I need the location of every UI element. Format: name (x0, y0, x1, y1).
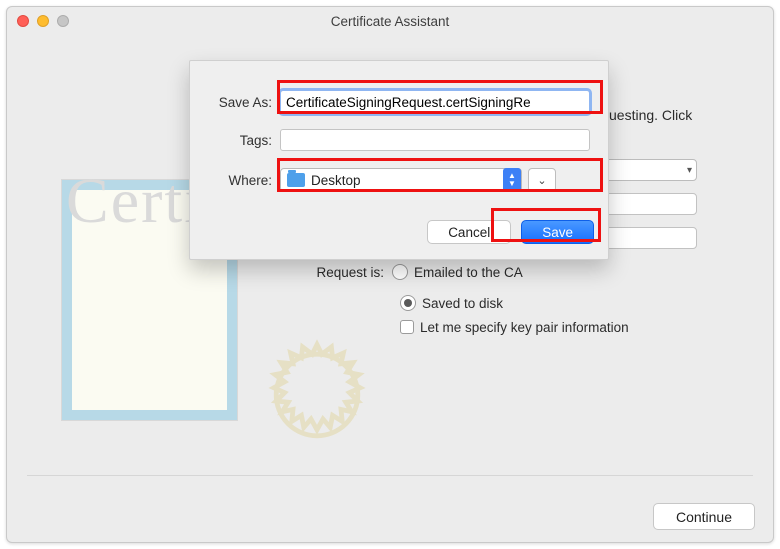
save-sheet: Save As: Tags: Where: Desktop ▲▼ (189, 60, 609, 260)
content-area: Certif uesting. Click ▾ CA Email Addr (7, 35, 773, 542)
radio-saved[interactable] (400, 295, 416, 311)
seal-icon (257, 335, 377, 455)
radio-emailed[interactable] (392, 264, 408, 280)
instruction-text: uesting. Click (609, 107, 692, 123)
where-label: Where: (204, 173, 280, 188)
window-title: Certificate Assistant (7, 14, 773, 29)
expand-button[interactable]: ⌄ (528, 168, 556, 192)
chevron-down-icon: ▾ (687, 165, 692, 176)
where-value: Desktop (311, 173, 361, 188)
continue-button[interactable]: Continue (653, 503, 755, 530)
chevron-down-icon: ⌄ (537, 174, 546, 187)
where-select[interactable]: Desktop ▲▼ (280, 168, 522, 192)
updown-icon: ▲▼ (503, 168, 521, 192)
saveas-field[interactable] (280, 90, 590, 114)
tags-field[interactable] (280, 129, 590, 151)
request-is-label: Request is: (252, 265, 392, 280)
tags-label: Tags: (204, 133, 280, 148)
save-button[interactable]: Save (521, 220, 594, 244)
checkbox-keypair-label: Let me specify key pair information (420, 320, 629, 335)
radio-emailed-label: Emailed to the CA (414, 265, 523, 280)
checkbox-keypair[interactable] (400, 320, 414, 334)
radio-saved-label: Saved to disk (422, 296, 503, 311)
titlebar: Certificate Assistant (7, 7, 773, 35)
saveas-label: Save As: (204, 95, 280, 110)
assistant-window: Certificate Assistant Certif uesting. Cl… (6, 6, 774, 543)
folder-icon (287, 173, 305, 187)
divider (27, 475, 753, 476)
cancel-button[interactable]: Cancel (427, 220, 511, 244)
